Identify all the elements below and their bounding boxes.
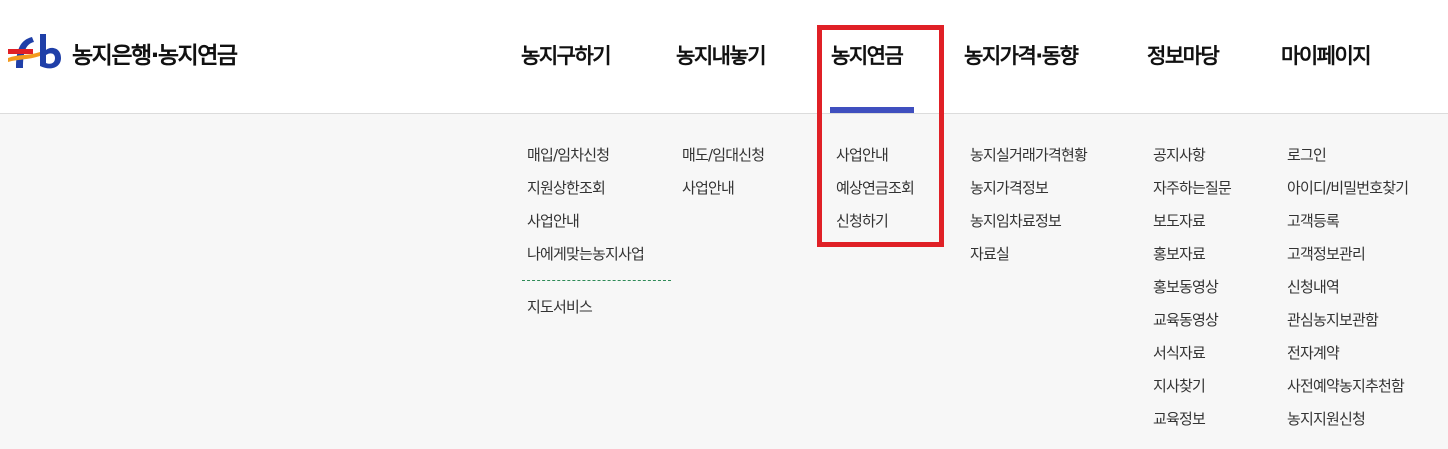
submenu-item-rent-info[interactable]: 농지임차료정보: [970, 210, 1087, 243]
submenu-item-support-apply[interactable]: 농지지원신청: [1287, 408, 1408, 441]
submenu-item-find-id-password[interactable]: 아이디/비밀번호찾기: [1287, 177, 1409, 210]
nav-item-farmland-offer[interactable]: 농지내놓기: [676, 40, 767, 70]
submenu-item-faq[interactable]: 자주하는질문: [1153, 177, 1232, 210]
submenu-price-trend: 농지실거래가격현황 농지가격정보 농지임차료정보 자료실: [970, 144, 1088, 276]
submenu-item-e-contract[interactable]: 전자계약: [1287, 342, 1408, 375]
submenu-item-map-service[interactable]: 지도서비스: [527, 296, 593, 329]
submenu-item-archive[interactable]: 자료실: [970, 243, 1087, 276]
site-logo[interactable]: 농지은행·농지연금: [6, 28, 238, 78]
submenu-item-login[interactable]: 로그인: [1287, 144, 1408, 177]
submenu-item-notice[interactable]: 공지사항: [1153, 144, 1231, 177]
active-nav-underline: [830, 107, 914, 113]
submenu-item-customer-info[interactable]: 고객정보관리: [1287, 243, 1408, 276]
submenu-item-watchlist[interactable]: 관심농지보관함: [1287, 309, 1408, 342]
nav-item-my-page[interactable]: 마이페이지: [1281, 40, 1372, 70]
nav-item-info-board[interactable]: 정보마당: [1147, 40, 1220, 70]
submenu-farmland-search-extra: 지도서비스: [527, 296, 593, 329]
logo-text: 농지은행·농지연금: [72, 43, 238, 69]
submenu-item-business-guide[interactable]: 사업안내: [527, 210, 644, 243]
fb-logo-icon: [8, 34, 61, 69]
submenu-item-recommended-program[interactable]: 나에게맞는농지사업: [527, 243, 645, 276]
submenu-farmland-search: 매입/임차신청 지원상한조회 사업안내 나에게맞는농지사업: [527, 144, 645, 276]
submenu-my-page: 로그인 아이디/비밀번호찾기 고객등록 고객정보관리 신청내역 관심농지보관함 …: [1287, 144, 1409, 441]
header: 농지은행·농지연금 농지구하기 농지내놓기 농지연금 농지가격·동향 정보마당 …: [0, 0, 1448, 114]
submenu-item-support-limit[interactable]: 지원상한조회: [527, 177, 644, 210]
submenu-item-application-history[interactable]: 신청내역: [1287, 276, 1408, 309]
nav-item-farmland-search[interactable]: 농지구하기: [521, 40, 612, 70]
submenu-item-education-info[interactable]: 교육정보: [1153, 408, 1231, 441]
submenu-item-register[interactable]: 고객등록: [1287, 210, 1408, 243]
submenu-info-board: 공지사항 자주하는질문 보도자료 홍보자료 홍보동영상 교육동영상 서식자료 지…: [1153, 144, 1232, 441]
nav-item-farmland-pension[interactable]: 농지연금: [831, 40, 904, 70]
submenu-farmland-pension: 사업안내 예상연금조회 신청하기: [836, 144, 915, 243]
submenu-item-purchase-lease-apply[interactable]: 매입/임차신청: [527, 144, 644, 177]
submenu-item-expected-pension[interactable]: 예상연금조회: [836, 177, 915, 210]
submenu-item-business-guide[interactable]: 사업안내: [682, 177, 764, 210]
submenu-item-apply[interactable]: 신청하기: [836, 210, 914, 243]
submenu-item-promo-material[interactable]: 홍보자료: [1153, 243, 1231, 276]
submenu-item-forms[interactable]: 서식자료: [1153, 342, 1231, 375]
submenu-item-real-transaction-price[interactable]: 농지실거래가격현황: [970, 144, 1088, 177]
submenu-item-press[interactable]: 보도자료: [1153, 210, 1231, 243]
submenu-item-sale-rent-apply[interactable]: 매도/임대신청: [682, 144, 765, 177]
submenu-item-promo-video[interactable]: 홍보동영상: [1153, 276, 1231, 309]
submenu-farmland-offer: 매도/임대신청 사업안내: [682, 144, 765, 210]
submenu-divider: [522, 280, 671, 281]
nav-item-farmland-price-trend[interactable]: 농지가격·동향: [964, 40, 1079, 70]
submenu-item-pre-reservation[interactable]: 사전예약농지추천함: [1287, 375, 1408, 408]
submenu-item-price-info[interactable]: 농지가격정보: [970, 177, 1087, 210]
submenu-item-education-video[interactable]: 교육동영상: [1153, 309, 1231, 342]
submenu-item-branch-finder[interactable]: 지사찾기: [1153, 375, 1231, 408]
submenu-item-business-guide[interactable]: 사업안내: [836, 144, 914, 177]
